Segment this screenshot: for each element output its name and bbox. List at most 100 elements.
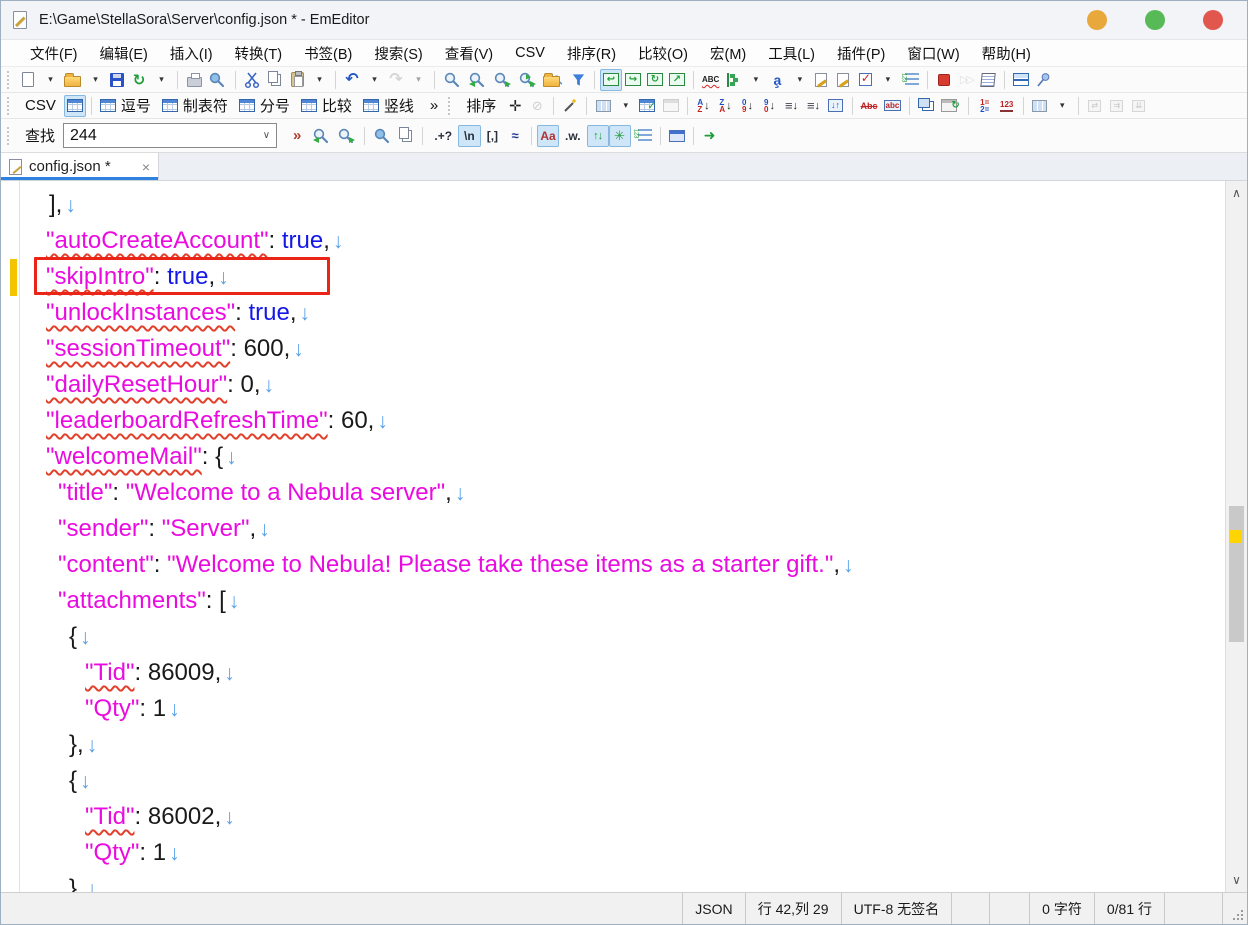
delete-duplicates-button[interactable]: Abc (858, 95, 881, 117)
wrap-by-char-button[interactable]: ↪ (622, 69, 644, 91)
reload-dropdown[interactable]: ▾ (150, 69, 172, 91)
filter-button[interactable] (567, 69, 589, 91)
menu-item-8[interactable]: 排序(R) (556, 41, 627, 66)
validate-all-button[interactable] (832, 69, 854, 91)
status-language[interactable]: JSON (682, 893, 744, 924)
scroll-down-icon[interactable]: ∨ (1226, 870, 1247, 890)
paste-dropdown[interactable]: ▾ (308, 69, 330, 91)
sort-add-button[interactable]: ✛ (504, 95, 526, 117)
csv-pipe-button[interactable]: 竖线 (360, 95, 422, 117)
number-range-toggle[interactable]: [,] (481, 125, 504, 147)
refresh-table-button[interactable]: ↻ (938, 95, 962, 117)
sort-lines-asc-button[interactable]: ≡↓ (781, 95, 803, 117)
new-file-dropdown[interactable]: ▾ (39, 69, 61, 91)
split-window-button[interactable] (1010, 69, 1032, 91)
column-widget-button[interactable] (1029, 95, 1051, 117)
replace-button[interactable] (515, 69, 540, 91)
column-widget-dropdown[interactable]: ▾ (1051, 95, 1073, 117)
fuzzy-toggle[interactable]: ≈ (504, 125, 526, 147)
columns-button[interactable] (592, 95, 614, 117)
outline-button[interactable] (722, 69, 744, 91)
menu-item-4[interactable]: 书签(B) (293, 41, 363, 66)
find-previous-button[interactable] (309, 125, 334, 147)
status-line-count[interactable]: 0/81 行 (1094, 893, 1164, 924)
redo-button[interactable]: ↷ (385, 69, 407, 91)
sort-az-button[interactable]: AZ↓ (693, 95, 715, 117)
redo-dropdown[interactable]: ▾ (407, 69, 429, 91)
outline-dropdown[interactable]: ▾ (744, 69, 766, 91)
table-view-button[interactable] (660, 95, 682, 117)
open-dropdown[interactable]: ▾ (84, 69, 106, 91)
extract-all-button[interactable] (395, 125, 417, 147)
sort-reverse-button[interactable]: ↓↑ (825, 95, 847, 117)
find-in-files-button[interactable] (540, 69, 567, 91)
marker-list-button[interactable] (631, 125, 655, 147)
wrap-none-button[interactable]: ↻ (644, 69, 666, 91)
tab-close-icon[interactable]: × (142, 159, 150, 175)
escape-seq-toggle[interactable]: \n (458, 125, 481, 147)
maximize-button[interactable] (1145, 10, 1165, 30)
sort-options-button[interactable] (559, 95, 581, 117)
sort-clear-button[interactable]: ⊘ (526, 95, 548, 117)
pin-button[interactable] (1032, 69, 1054, 91)
print-preview-button[interactable] (205, 69, 230, 91)
menu-item-11[interactable]: 工具(L) (757, 41, 826, 66)
sort-za-button[interactable]: ZA↓ (715, 95, 737, 117)
find-next-button[interactable] (490, 69, 515, 91)
csv-semicolon-button[interactable]: 分号 (236, 95, 298, 117)
find-next-button[interactable] (334, 125, 359, 147)
char-count-button[interactable]: 123 (996, 95, 1018, 117)
status-char-count[interactable]: 0 字符 (1029, 893, 1094, 924)
pivot-down-button[interactable]: ⇊ (1128, 95, 1150, 117)
undo-button[interactable]: ↶ (341, 69, 363, 91)
encoding-button[interactable]: a̧ (766, 69, 788, 91)
wrap-smart-button[interactable]: ↗ (666, 69, 688, 91)
minimize-button[interactable] (1087, 10, 1107, 30)
close-button[interactable] (1203, 10, 1223, 30)
editor-area[interactable]: ],↓"autoCreateAccount": true,↓"skipIntro… (1, 181, 1247, 892)
vertical-scrollbar[interactable]: ∧ ∨ (1225, 181, 1247, 892)
paste-button[interactable] (286, 69, 308, 91)
undo-dropdown[interactable]: ▾ (363, 69, 385, 91)
csv-compare-button[interactable]: 比较 (298, 95, 360, 117)
sort-09-button[interactable]: 09↓ (737, 95, 759, 117)
highlight-toggle[interactable]: ✳ (609, 125, 631, 147)
menu-item-2[interactable]: 插入(I) (159, 41, 224, 66)
tab-config-json[interactable]: config.json * × (1, 153, 159, 180)
marker-list-button[interactable] (898, 69, 922, 91)
validate-button[interactable] (810, 69, 832, 91)
copy-button[interactable] (264, 69, 286, 91)
combine-lines-button[interactable]: abc (881, 95, 905, 117)
menu-item-14[interactable]: 帮助(H) (971, 41, 1042, 66)
stop-macro-button[interactable] (933, 69, 955, 91)
spellcheck-button[interactable]: ABC (699, 69, 722, 91)
menu-item-12[interactable]: 插件(P) (826, 41, 896, 66)
open-button[interactable] (61, 69, 84, 91)
csv-mode-button[interactable] (64, 95, 86, 117)
checkbox-button[interactable] (854, 69, 876, 91)
csv-comma-button[interactable]: 逗号 (97, 95, 159, 117)
number-lines-button[interactable]: 1=2= (974, 95, 996, 117)
menu-item-0[interactable]: 文件(F) (19, 41, 89, 66)
status-encoding[interactable]: UTF-8 无签名 (841, 893, 952, 924)
csv-tab-button[interactable]: 制表符 (159, 95, 236, 117)
encoding-dropdown[interactable]: ▾ (788, 69, 810, 91)
unpivot-button[interactable]: ⇄ (1084, 95, 1106, 117)
date-column-button[interactable]: ✓ (636, 95, 659, 117)
menu-item-3[interactable]: 转换(T) (224, 41, 294, 66)
wrap-by-window-button[interactable]: ↩ (600, 69, 622, 91)
status-line-col[interactable]: 行 42,列 29 (745, 893, 841, 924)
match-case-toggle[interactable]: Aa (537, 125, 559, 147)
sort-lines-desc-button[interactable]: ≡↓ (803, 95, 825, 117)
save-button[interactable] (106, 69, 128, 91)
join-csv-button[interactable] (915, 95, 938, 117)
zoom-button[interactable] (440, 69, 465, 91)
checkbox-dropdown[interactable]: ▾ (876, 69, 898, 91)
highlight-all-button[interactable] (370, 125, 395, 147)
macro-library-button[interactable] (977, 69, 999, 91)
find-input[interactable]: 244 ∨ (63, 123, 277, 148)
screen-button[interactable] (666, 125, 688, 147)
menu-item-1[interactable]: 编辑(E) (89, 41, 159, 66)
find-dropdown-icon[interactable]: ∨ (263, 130, 270, 141)
print-button[interactable] (183, 69, 205, 91)
